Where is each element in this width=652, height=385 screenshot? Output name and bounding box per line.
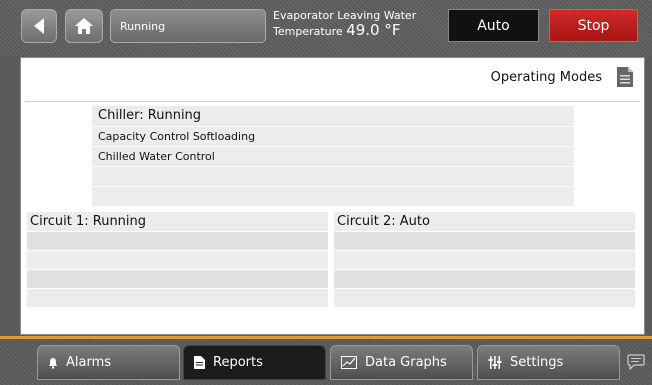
- evap-temp-value: 49.0 °F: [346, 21, 401, 39]
- circuit-1-mode-row: [27, 289, 328, 307]
- document-icon[interactable]: [616, 66, 634, 88]
- tab-settings-label: Settings: [510, 355, 564, 370]
- circuit-1-mode-row: [27, 270, 328, 288]
- tab-data-graphs[interactable]: Data Graphs: [330, 345, 473, 380]
- circuit-2-mode-row: [334, 251, 635, 269]
- bell-icon: [49, 357, 57, 369]
- chiller-mode-row: Chilled Water Control: [92, 147, 574, 166]
- evap-temp-label: Temperature: [273, 25, 343, 38]
- operating-modes-panel: Operating Modes Chiller: Running Capacit…: [20, 57, 645, 335]
- circuit-1-status-header: Circuit 1: Running: [27, 212, 328, 231]
- auto-button[interactable]: Auto: [448, 9, 539, 42]
- chiller-status-table: Chiller: Running Capacity Control Softlo…: [92, 106, 574, 207]
- divider: [25, 101, 640, 102]
- circuit-2-mode-row: [334, 289, 635, 307]
- tab-reports[interactable]: Reports: [183, 345, 326, 380]
- circuit-1-mode-row: [27, 232, 328, 250]
- top-bar: Running Evaporator Leaving Water Tempera…: [0, 0, 652, 56]
- graph-icon: [341, 356, 357, 369]
- operating-modes-title: Operating Modes: [490, 70, 602, 85]
- chat-icon[interactable]: [627, 354, 645, 370]
- home-icon: [75, 18, 93, 34]
- chiller-mode-row: [92, 187, 574, 206]
- unit-status-display[interactable]: Running: [110, 9, 266, 43]
- circuit-1-status-table: Circuit 1: Running: [27, 212, 328, 308]
- back-arrow-icon: [34, 18, 44, 34]
- circuit-1-mode-row: [27, 251, 328, 269]
- tab-reports-label: Reports: [213, 355, 263, 370]
- home-button[interactable]: [65, 9, 103, 43]
- sliders-icon: [488, 356, 502, 369]
- evaporator-leaving-water-readout: Evaporator Leaving Water Temperature 49.…: [273, 9, 445, 45]
- back-button[interactable]: [21, 9, 57, 43]
- circuit-2-mode-row: [334, 232, 635, 250]
- tab-alarms-label: Alarms: [66, 355, 112, 370]
- tab-settings[interactable]: Settings: [477, 345, 620, 380]
- chiller-status-header: Chiller: Running: [92, 106, 574, 126]
- tab-data-graphs-label: Data Graphs: [365, 355, 447, 370]
- tab-alarms[interactable]: Alarms: [37, 345, 180, 380]
- chiller-mode-row: [92, 167, 574, 186]
- bottom-nav: Alarms Reports Data Graphs Settings: [0, 339, 652, 385]
- circuit-2-status-header: Circuit 2: Auto: [334, 212, 635, 231]
- circuit-2-status-table: Circuit 2: Auto: [334, 212, 635, 308]
- stop-button[interactable]: Stop: [549, 9, 638, 42]
- unit-status-text: Running: [120, 19, 166, 33]
- chiller-mode-row: Capacity Control Softloading: [92, 127, 574, 146]
- circuit-2-mode-row: [334, 270, 635, 288]
- document-icon: [194, 356, 205, 369]
